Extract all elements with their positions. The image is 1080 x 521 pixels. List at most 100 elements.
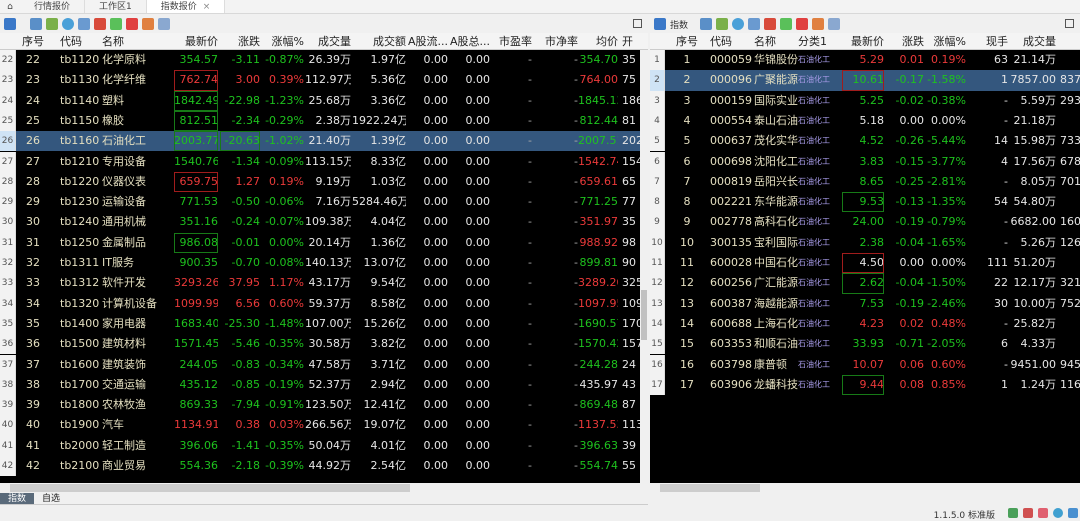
table-row[interactable]: 36 36 tb1500 建筑材料 1571.45 -5.46 -0.35% 30.58万 3.… — [0, 334, 648, 355]
tab-market-quotes[interactable]: 行情报价 — [20, 0, 86, 13]
column-header-cat[interactable]: 分类1 — [798, 33, 840, 49]
tab-workspace-1[interactable]: 工作区1 — [85, 0, 147, 13]
table-row[interactable]: 27 27 tb1210 专用设备 1540.76 -1.34 -0.09% 113.15万 8… — [0, 151, 648, 172]
column-header-chg[interactable]: 涨跌 — [220, 33, 260, 49]
column-header-pct[interactable]: 涨幅% — [262, 33, 304, 49]
table-row[interactable]: 22 22 tb1120 化学原料 354.57 -3.11 -0.87% 26.39万 1.9… — [0, 50, 648, 71]
left-vertical-scrollbar[interactable] — [640, 50, 648, 483]
table-row[interactable]: 7 7 000819 岳阳兴长 石油化工 8.65 -0.25 -2.81% -8.05万 701… — [650, 171, 1080, 193]
table-row[interactable]: 5 5 000637 茂化实华 石油化工 4.52 -0.26 -5.44% 14 15.98万 7… — [650, 131, 1080, 152]
right-horizontal-scrollbar[interactable] — [650, 483, 1080, 493]
grid-icon[interactable] — [654, 18, 666, 30]
blocks-icon[interactable] — [94, 18, 106, 30]
column-header-price[interactable]: 最新价 — [174, 33, 218, 49]
table-row[interactable]: 13 13 600387 海越能源 石油化工 7.53 -0.19 -2.46% 30 10.00… — [650, 293, 1080, 314]
table-row[interactable]: 32 32 tb1311 IT服务 900.35 -0.70 -0.08% 140.13万 13… — [0, 253, 648, 274]
table-row[interactable]: 9 9 002778 高科石化 石油化工 24.00 -0.19 -0.79% -6682.00… — [650, 212, 1080, 233]
refresh-icon[interactable] — [46, 18, 58, 30]
table-row[interactable]: 37 37 tb1600 建筑装饰 244.05 -0.83 -0.34% 47.58万 3.7… — [0, 354, 648, 375]
maximize-icon[interactable] — [1065, 19, 1074, 28]
bulb-icon[interactable] — [62, 18, 74, 30]
window-dropdown-icon[interactable] — [828, 18, 841, 30]
toolbar-index-label[interactable]: 指数 — [670, 18, 688, 31]
trend-chart-icon[interactable] — [812, 18, 825, 30]
table-row[interactable]: 40 40 tb1900 汽车 1134.91 0.38 0.03% 266.56万 19.07… — [0, 415, 648, 436]
column-header-amt[interactable]: 成交额 — [352, 33, 406, 49]
table-row[interactable]: 29 29 tb1230 运输设备 771.53 -0.50 -0.06% 7.16万 5284… — [0, 192, 648, 213]
table-row[interactable]: 23 23 tb1130 化学纤维 762.74 3.00 0.39% 112.97万 5.36… — [0, 70, 648, 91]
column-header-hand[interactable]: 现手 — [968, 33, 1008, 49]
connection-icon[interactable] — [1008, 508, 1018, 518]
tab-index-quotes[interactable]: 指数报价 × — [146, 0, 226, 13]
clipboard-icon[interactable] — [700, 18, 713, 30]
table-row[interactable]: 11 11 600028 中国石化 石油化工 4.50 0.00 0.00% 111 51.20万 — [650, 253, 1080, 274]
candlestick-icon[interactable] — [796, 18, 809, 30]
table-row[interactable]: 10 10 300135 宝利国际 石油化工 2.38 -0.04 -1.65% -5.26万 1… — [650, 232, 1080, 253]
column-header-name[interactable]: 名称 — [754, 33, 804, 49]
table-row[interactable]: 42 42 tb2100 商业贸易 554.36 -2.18 -0.39% 44.92万 2.5… — [0, 456, 648, 477]
table-row[interactable]: 2 2 000096 广聚能源 石油化工 10.61 -0.17 -1.58% 1 7857.00… — [650, 70, 1080, 91]
column-header-pb[interactable]: 市净率 — [534, 33, 578, 49]
bottom-tab-index[interactable]: 指数 — [0, 493, 35, 504]
column-header-a1[interactable]: A股流... — [408, 33, 448, 49]
refresh-icon[interactable] — [716, 18, 729, 30]
filter-icon[interactable] — [780, 18, 793, 30]
report-icon[interactable] — [748, 18, 761, 30]
column-header-pct[interactable]: 涨幅% — [926, 33, 966, 49]
column-header-chg[interactable]: 涨跌 — [886, 33, 924, 49]
table-row[interactable]: 17 17 603906 龙蟠科技 石油化工 9.44 0.08 0.85% 1 1.24万 116… — [650, 374, 1080, 396]
column-header-vol[interactable]: 成交量 — [1010, 33, 1056, 49]
table-row[interactable]: 1 1 000059 华锦股份 石油化工 5.29 0.01 0.19% 63 21.14万 — [650, 50, 1080, 71]
table-row[interactable]: 33 33 tb1312 软件开发 3293.26 37.95 1.17% 43.17万 9.5… — [0, 273, 648, 294]
candlestick-icon[interactable] — [126, 18, 138, 30]
column-header-a2[interactable]: A股总... — [450, 33, 490, 49]
column-header-code[interactable]: 代码 — [710, 33, 752, 49]
table-row[interactable]: 8 8 002221 东华能源 石油化工 9.53 -0.13 -1.35% 54 54.80万 — [650, 192, 1080, 213]
table-row[interactable]: 3 3 000159 国际实业 石油化工 5.25 -0.02 -0.38% -5.59万 293… — [650, 90, 1080, 111]
table-row[interactable]: 34 34 tb1320 计算机设备 1099.99 6.56 0.60% 59.37万 8.5… — [0, 293, 648, 314]
table-row[interactable]: 41 41 tb2000 轻工制造 396.06 -1.41 -0.35% 50.04万 4.0… — [0, 435, 648, 456]
table-row[interactable]: 25 25 tb1150 橡胶 812.51 -2.34 -0.29% 2.38万 1922.2… — [0, 110, 648, 132]
column-header-open[interactable]: 开 — [622, 33, 648, 49]
trend-chart-icon[interactable] — [142, 18, 154, 30]
column-header-code[interactable]: 代码 — [60, 33, 104, 49]
bulb-icon[interactable] — [732, 18, 745, 30]
window-dropdown-icon[interactable] — [158, 18, 170, 30]
table-row[interactable]: 31 31 tb1250 金属制品 986.08 -0.01 0.00% 20.14万 1.36… — [0, 232, 648, 253]
table-row[interactable]: 35 35 tb1400 家用电器 1683.40 -25.30 -1.48% 107.00万… — [0, 313, 648, 335]
column-header-avg[interactable]: 均价 — [578, 33, 618, 49]
user-icon[interactable] — [1038, 508, 1048, 518]
message-icon[interactable] — [1053, 508, 1063, 518]
clipboard-icon[interactable] — [30, 18, 42, 30]
column-header-vol[interactable]: 成交量 — [305, 33, 351, 49]
blocks-icon[interactable] — [764, 18, 777, 30]
home-icon[interactable]: ⌂ — [0, 0, 20, 13]
cloud-icon[interactable] — [1068, 508, 1078, 518]
table-row[interactable]: 16 16 603798 康普顿 石油化工 10.07 0.06 0.60% -9451.00 9… — [650, 354, 1080, 375]
table-row[interactable]: 24 24 tb1140 塑料 1842.49 -22.98 -1.23% 25.68万 3.3… — [0, 90, 648, 111]
table-row[interactable]: 26 26 tb1160 石油化工 2003.77 -20.63 -1.02% 21.40万 1… — [0, 131, 648, 152]
column-header-seq[interactable]: 序号 — [667, 33, 707, 49]
table-row[interactable]: 38 38 tb1700 交通运输 435.12 -0.85 -0.19% 52.37万 2.9… — [0, 374, 648, 396]
headset-icon[interactable] — [1023, 508, 1033, 518]
table-row[interactable]: 39 39 tb1800 农林牧渔 869.33 -7.94 -0.91% 123.50万 12… — [0, 395, 648, 416]
column-header-seq[interactable]: 序号 — [18, 33, 48, 49]
table-row[interactable]: 4 4 000554 泰山石油 石油化工 5.18 0.00 0.00% -21.18万 — [650, 110, 1080, 132]
bottom-tab-watchlist[interactable]: 自选 — [34, 493, 68, 504]
table-row[interactable]: 28 28 tb1220 仪器仪表 659.75 1.27 0.19% 9.19万 1.03亿 0… — [0, 171, 648, 193]
table-row[interactable]: 15 15 603353 和顺石油 石油化工 33.93 -0.71 -2.05% 6 4.33万 — [650, 334, 1080, 355]
maximize-icon[interactable] — [633, 19, 642, 28]
grid-icon[interactable] — [4, 18, 16, 30]
table-row[interactable]: 30 30 tb1240 通用机械 351.16 -0.24 -0.07% 109.38万 4.… — [0, 212, 648, 233]
table-row[interactable]: 12 12 600256 广汇能源 石油化工 2.62 -0.04 -1.50% 22 12.17… — [650, 273, 1080, 294]
report-icon[interactable] — [78, 18, 90, 30]
table-row[interactable]: 14 14 600688 上海石化 石油化工 4.23 0.02 0.48% -25.82万 — [650, 313, 1080, 335]
filter-icon[interactable] — [110, 18, 122, 30]
column-header-pe[interactable]: 市盈率 — [492, 33, 532, 49]
column-header-more[interactable] — [1060, 33, 1080, 49]
close-tab-icon[interactable]: × — [203, 2, 211, 12]
left-horizontal-scrollbar[interactable] — [0, 483, 648, 493]
table-row[interactable]: 6 6 000698 沈阳化工 石油化工 3.83 -0.15 -3.77% 4 17.56万 67… — [650, 151, 1080, 172]
column-header-name[interactable]: 名称 — [102, 33, 174, 49]
column-header-price[interactable]: 最新价 — [842, 33, 884, 49]
